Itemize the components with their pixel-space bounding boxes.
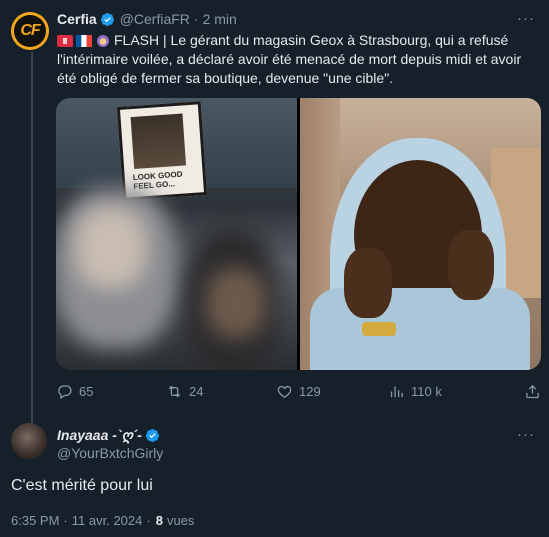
reply-header: Inayaaa -`ღ´- (57, 427, 160, 444)
separator-dot: · (146, 513, 151, 528)
heart-icon (277, 385, 292, 398)
separator-dot: · (193, 11, 199, 27)
tweet-media[interactable]: LOOK GOOD FEEL GO... (56, 98, 541, 370)
reply-button[interactable]: 65 (56, 383, 166, 400)
retweet-icon (168, 385, 181, 398)
watch (362, 322, 396, 336)
media-image-selfie[interactable] (300, 98, 541, 370)
siren-emoji-icon (57, 35, 73, 47)
verified-badge-icon (100, 12, 114, 26)
like-button[interactable]: 129 (276, 383, 388, 400)
views-button[interactable]: 110 k (388, 383, 498, 400)
blurred-face-2 (206, 268, 266, 338)
media-image-store[interactable]: LOOK GOOD FEEL GO... (56, 98, 297, 370)
tweet-text: FLASH | Le gérant du magasin Geox à Stra… (57, 31, 542, 88)
store-poster: LOOK GOOD FEEL GO... (116, 101, 208, 201)
left-hand (344, 248, 392, 318)
timestamp[interactable]: 2 min (203, 11, 237, 27)
reply-author-handle[interactable]: @YourBxtchGirly (57, 445, 163, 461)
france-flag-icon (76, 35, 92, 47)
share-icon (526, 384, 539, 399)
tweet-actions: 65 24 129 110 k (56, 383, 541, 400)
cerfia-avatar[interactable]: CF (11, 12, 49, 50)
thread-line (31, 52, 33, 424)
tweet-header: Cerfia @CerfiaFR · 2 min (57, 11, 237, 27)
more-options-icon[interactable]: ··· (517, 10, 535, 27)
reply-count: 65 (79, 384, 94, 399)
right-hand (448, 230, 494, 300)
reply-views-label: vues (166, 513, 195, 528)
author-handle[interactable]: @CerfiaFR (120, 11, 190, 27)
tweet-body: FLASH | Le gérant du magasin Geox à Stra… (57, 32, 522, 86)
reply-views-count: 8 (155, 513, 163, 528)
retweet-count: 24 (189, 384, 204, 399)
like-count: 129 (299, 384, 321, 399)
reply-avatar[interactable] (11, 423, 47, 459)
reply-author-name[interactable]: Inayaaa -`ღ´- (57, 427, 142, 444)
reply-more-options-icon[interactable]: ··· (517, 426, 535, 443)
avatar-logo: CF (14, 15, 46, 47)
blurred-face (76, 208, 146, 288)
verified-badge-icon (145, 428, 159, 443)
reply-icon (58, 385, 72, 400)
reply-time[interactable]: 6:35 PM (11, 513, 59, 528)
reply-text: C'est mérité pour lui (11, 477, 153, 494)
separator-dot: · (63, 513, 68, 528)
author-name[interactable]: Cerfia (57, 11, 97, 27)
reply-date[interactable]: 11 avr. 2024 (72, 513, 143, 528)
views-count: 110 k (411, 384, 442, 399)
poster-text: LOOK GOOD FEEL GO... (132, 169, 183, 192)
retweet-button[interactable]: 24 (166, 383, 276, 400)
views-chart-icon (390, 386, 403, 398)
poster-photo (130, 113, 187, 169)
share-button[interactable] (524, 383, 541, 400)
shirt (310, 288, 530, 370)
woman-headscarf-emoji-icon (97, 35, 109, 47)
reply-meta: 6:35 PM · 11 avr. 2024 · 8 vues (11, 513, 194, 528)
